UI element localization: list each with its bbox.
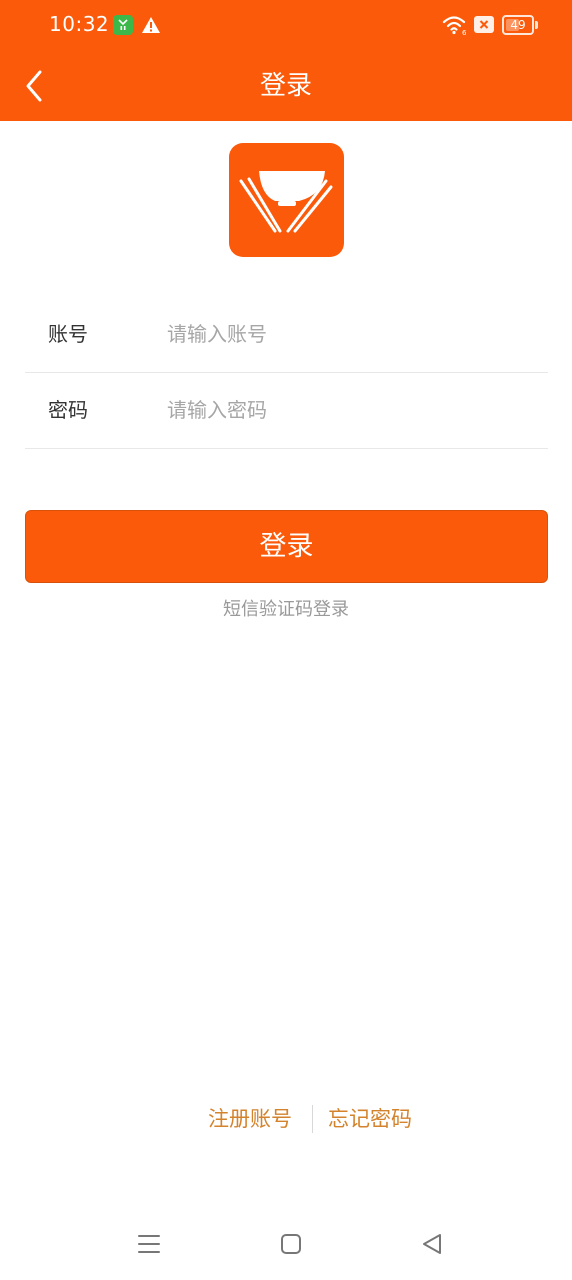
account-row: 账号 (25, 296, 548, 373)
account-input[interactable] (167, 314, 527, 354)
svg-text:6: 6 (462, 29, 467, 36)
rice-bowl-chopsticks-icon (239, 171, 333, 233)
warning-icon (141, 15, 161, 35)
bottom-links: 注册账号 忘记密码 (0, 1103, 572, 1135)
forgot-password-link[interactable]: 忘记密码 (328, 1103, 412, 1135)
register-link[interactable]: 注册账号 (208, 1103, 292, 1135)
x-icon (474, 16, 494, 33)
link-divider (312, 1105, 313, 1133)
account-label: 账号 (48, 322, 88, 346)
battery-icon: 49 (502, 15, 538, 35)
password-label: 密码 (48, 398, 88, 422)
page-title: 登录 (259, 71, 312, 101)
password-input[interactable] (167, 390, 527, 430)
menu-icon[interactable] (136, 1231, 162, 1257)
status-bar: 10:32 6 49 (0, 0, 572, 52)
back-triangle-icon[interactable] (419, 1231, 445, 1257)
sms-login-link[interactable]: 短信验证码登录 (0, 597, 572, 623)
app-header: 10:32 6 49 登录 (0, 0, 572, 121)
battery-level: 49 (510, 18, 526, 32)
app-notification-icon (113, 15, 133, 35)
wifi-icon: 6 (442, 14, 468, 37)
home-square-icon[interactable] (279, 1232, 303, 1256)
app-logo (229, 143, 344, 257)
password-row: 密码 (25, 372, 548, 449)
status-time: 10:32 (49, 12, 110, 36)
login-button[interactable]: 登录 (25, 510, 548, 583)
system-nav-bar (0, 1215, 572, 1275)
